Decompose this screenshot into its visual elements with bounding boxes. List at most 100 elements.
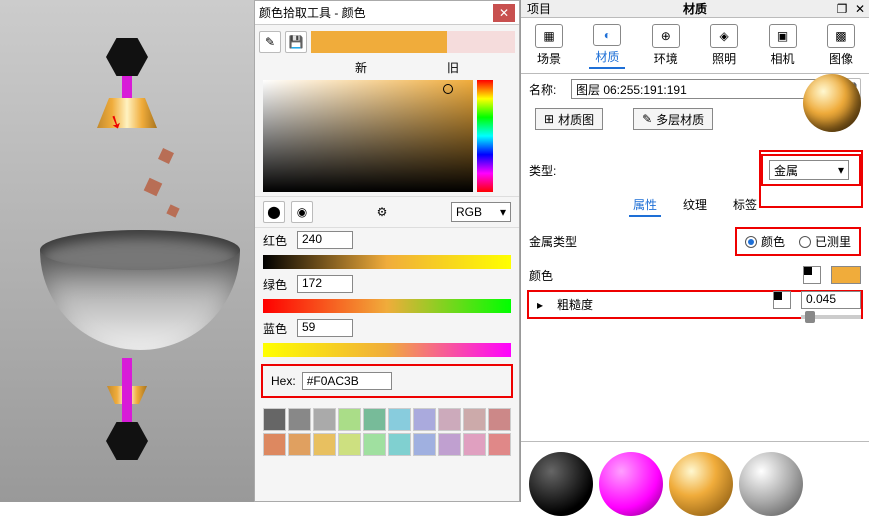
expand-arrow-icon[interactable]: ▸ xyxy=(537,298,547,312)
popout-icon[interactable]: ❐ xyxy=(833,2,851,16)
material-panel: 项目 材质 ❐ ✕ ▦场景 ◐材质 ⊕环境 ◈照明 ▣相机 ▩图像 名称: 图层… xyxy=(520,0,869,502)
red-value-input[interactable]: 240 xyxy=(297,231,353,249)
color-swatch-item[interactable] xyxy=(438,408,461,431)
material-name-input[interactable]: 图层 06:255:191:191 xyxy=(571,79,833,99)
color-mode-select[interactable]: RGB▾ xyxy=(451,202,511,222)
callout-metal-highlight: 颜色 已测里 xyxy=(735,227,861,256)
roughness-slider[interactable] xyxy=(801,315,861,319)
material-ball-gold[interactable] xyxy=(669,452,733,516)
material-preview[interactable] xyxy=(803,74,861,132)
close-panel-button[interactable]: ✕ xyxy=(851,2,869,16)
color-picker-panel: 颜色拾取工具 - 颜色 ✕ ✎ 💾 新 旧 ⬤ ◉ ⚙ RGB▾ 红色 240 … xyxy=(254,0,520,502)
tab-image[interactable]: ▩图像 xyxy=(823,22,859,69)
color-swatch-item[interactable] xyxy=(488,433,511,456)
subtab-props[interactable]: 属性 xyxy=(629,194,661,217)
new-color-swatch xyxy=(311,31,447,53)
material-ball-black[interactable] xyxy=(529,452,593,516)
close-button[interactable]: ✕ xyxy=(493,4,515,22)
radio-off-icon xyxy=(799,236,811,248)
blue-value-input[interactable]: 59 xyxy=(297,319,353,337)
red-label: 红色 xyxy=(263,232,291,249)
radio-on-icon xyxy=(745,236,757,248)
color-swatch-item[interactable] xyxy=(288,408,311,431)
color-swatch-item[interactable] xyxy=(363,408,386,431)
subtab-texture[interactable]: 纹理 xyxy=(679,194,711,217)
blue-label: 蓝色 xyxy=(263,320,291,337)
chevron-down-icon: ▾ xyxy=(838,163,844,177)
red-slider[interactable] xyxy=(263,255,511,269)
multilayer-button[interactable]: ✎多层材质 xyxy=(633,108,713,130)
texture-toggle-button[interactable] xyxy=(803,266,821,284)
map-icon: ⊞ xyxy=(544,112,554,126)
hue-slider[interactable] xyxy=(477,80,493,192)
color-swatch-item[interactable] xyxy=(263,408,286,431)
material-subtabs: 属性 纹理 标签 xyxy=(521,190,869,221)
scene-icon: ▦ xyxy=(535,24,563,48)
environment-icon: ⊕ xyxy=(652,24,680,48)
color-swatch-item[interactable] xyxy=(438,433,461,456)
color-swatch-item[interactable] xyxy=(463,433,486,456)
color-panel-title: 颜色拾取工具 - 颜色 xyxy=(259,4,493,21)
hex-label: Hex: xyxy=(271,374,296,388)
color-swatch-item[interactable] xyxy=(363,433,386,456)
name-label: 名称: xyxy=(529,81,565,98)
subtab-label[interactable]: 标签 xyxy=(729,194,761,217)
callout-type-highlight: 金属▾ xyxy=(761,154,861,186)
tab-scene[interactable]: ▦场景 xyxy=(531,22,567,69)
roughness-label: 粗糙度 xyxy=(557,296,593,313)
type-label: 类型: xyxy=(529,162,565,179)
material-map-button[interactable]: ⊞材质图 xyxy=(535,108,603,130)
tab-camera[interactable]: ▣相机 xyxy=(765,22,801,69)
eyedropper-button[interactable]: ✎ xyxy=(259,31,281,53)
new-label: 新 xyxy=(355,59,367,76)
color-swatch-item[interactable] xyxy=(313,433,336,456)
material-library-row xyxy=(521,441,869,526)
save-color-button[interactable]: 💾 xyxy=(285,31,307,53)
material-color-swatch[interactable] xyxy=(831,266,861,284)
tab-environment[interactable]: ⊕环境 xyxy=(648,22,684,69)
swap-color-button[interactable]: ⬤ xyxy=(263,201,285,223)
color-swatch-item[interactable] xyxy=(388,408,411,431)
project-tab[interactable]: 项目 xyxy=(521,0,557,17)
roughness-texture-button[interactable] xyxy=(773,291,791,309)
blue-slider[interactable] xyxy=(263,343,511,357)
color-swatch-item[interactable] xyxy=(313,408,336,431)
tab-lighting[interactable]: ◈照明 xyxy=(706,22,742,69)
color-wheel-button[interactable]: ◉ xyxy=(291,201,313,223)
hex-input[interactable] xyxy=(302,372,392,390)
color-swatch-item[interactable] xyxy=(463,408,486,431)
green-label: 绿色 xyxy=(263,276,291,293)
roughness-value-input[interactable]: 0.045 xyxy=(801,291,861,309)
old-color-swatch xyxy=(447,31,515,53)
color-swatch-item[interactable] xyxy=(288,433,311,456)
material-ball-magenta[interactable] xyxy=(599,452,663,516)
stem-top xyxy=(122,76,132,100)
radio-color[interactable]: 颜色 xyxy=(745,233,785,250)
color-swatch-item[interactable] xyxy=(413,408,436,431)
camera-icon: ▣ xyxy=(769,24,797,48)
material-ball-chrome[interactable] xyxy=(739,452,803,516)
chevron-down-icon: ▾ xyxy=(500,205,506,219)
layers-icon: ✎ xyxy=(642,112,652,126)
green-value-input[interactable]: 172 xyxy=(297,275,353,293)
metal-type-label: 金属类型 xyxy=(529,233,577,250)
color-swatch-item[interactable] xyxy=(338,433,361,456)
green-slider[interactable] xyxy=(263,299,511,313)
color-swatch-item[interactable] xyxy=(263,433,286,456)
sv-cursor[interactable] xyxy=(443,84,453,94)
color-swatch-item[interactable] xyxy=(413,433,436,456)
tab-material[interactable]: ◐材质 xyxy=(589,22,625,69)
gear-icon[interactable]: ⚙ xyxy=(377,205,388,219)
lighting-icon: ◈ xyxy=(710,24,738,48)
viewport-3d[interactable]: ➘ xyxy=(0,0,254,502)
color-swatch-item[interactable] xyxy=(388,433,411,456)
material-color-label: 颜色 xyxy=(529,267,553,284)
material-type-select[interactable]: 金属▾ xyxy=(769,160,849,180)
saturation-value-area[interactable] xyxy=(263,80,473,192)
color-panel-titlebar[interactable]: 颜色拾取工具 - 颜色 ✕ xyxy=(255,1,519,25)
hex-top-shape xyxy=(106,38,148,76)
color-swatch-item[interactable] xyxy=(338,408,361,431)
radio-measured[interactable]: 已测里 xyxy=(799,233,851,250)
hex-row-highlight: Hex: xyxy=(261,364,513,398)
color-swatch-item[interactable] xyxy=(488,408,511,431)
